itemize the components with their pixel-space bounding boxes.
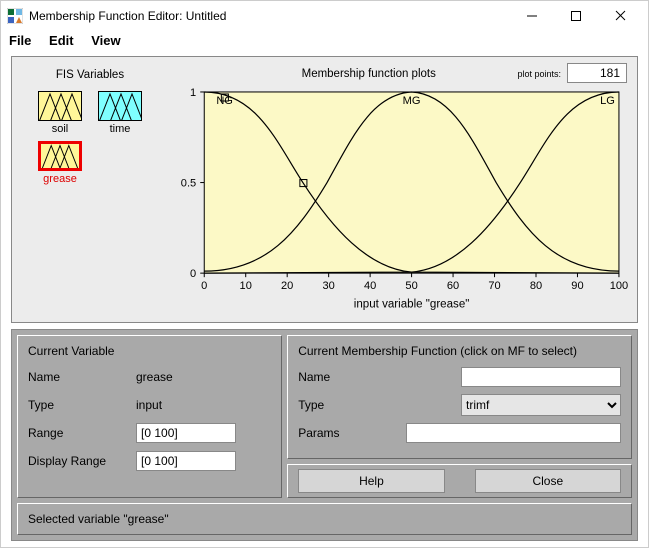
plot-xlabel: input variable "grease" xyxy=(354,298,470,310)
status-panel: Selected variable "grease" xyxy=(17,503,632,535)
cv-range-label: Range xyxy=(28,426,128,440)
cmf-name-label: Name xyxy=(298,370,398,384)
cv-disprange-label: Display Range xyxy=(28,454,128,468)
titlebar: Membership Function Editor: Untitled xyxy=(1,1,648,31)
svg-text:30: 30 xyxy=(322,280,334,292)
svg-text:1: 1 xyxy=(190,87,196,99)
svg-text:50: 50 xyxy=(405,280,417,292)
fis-var-time-label: time xyxy=(110,123,131,135)
mf-label-lg: LG xyxy=(600,95,615,107)
fis-var-soil[interactable]: soil xyxy=(35,91,85,135)
fis-var-soil-icon xyxy=(38,91,82,121)
menu-file[interactable]: File xyxy=(9,33,31,48)
current-variable-panel: Current Variable Name grease Type input … xyxy=(17,335,282,498)
cmf-params-input[interactable] xyxy=(406,423,621,443)
app-icon xyxy=(7,8,23,24)
cv-disprange-input[interactable] xyxy=(136,451,236,471)
current-mf-title: Current Membership Function (click on MF… xyxy=(298,344,621,358)
fis-var-grease-label: grease xyxy=(43,173,77,185)
fis-var-soil-label: soil xyxy=(52,123,69,135)
svg-text:80: 80 xyxy=(530,280,542,292)
fis-var-grease[interactable]: grease xyxy=(35,141,85,185)
help-button[interactable]: Help xyxy=(298,469,444,493)
cv-name-value: grease xyxy=(136,370,271,384)
svg-text:90: 90 xyxy=(571,280,583,292)
button-panel: Help Close xyxy=(287,464,632,498)
close-button-panel[interactable]: Close xyxy=(475,469,621,493)
plot-points-input[interactable] xyxy=(567,63,627,83)
svg-text:100: 100 xyxy=(610,280,628,292)
cv-type-label: Type xyxy=(28,398,128,412)
maximize-button[interactable] xyxy=(554,2,598,30)
svg-text:0: 0 xyxy=(190,268,196,280)
upper-panel: FIS Variables soil time grease xyxy=(11,56,638,323)
cv-name-label: Name xyxy=(28,370,128,384)
mf-label-mg: MG xyxy=(403,95,421,107)
lower-panel: Current Variable Name grease Type input … xyxy=(11,329,638,541)
svg-text:60: 60 xyxy=(447,280,459,292)
svg-text:0.5: 0.5 xyxy=(181,177,196,189)
svg-text:40: 40 xyxy=(364,280,376,292)
plot-points-label: plot points: xyxy=(517,69,561,79)
cmf-params-label: Params xyxy=(298,426,398,440)
close-button[interactable] xyxy=(598,2,642,30)
cmf-type-label: Type xyxy=(298,398,398,412)
current-variable-title: Current Variable xyxy=(28,344,271,358)
plot-title: Membership function plots xyxy=(166,68,511,80)
current-mf-panel: Current Membership Function (click on MF… xyxy=(287,335,632,459)
menubar: File Edit View xyxy=(1,31,648,54)
mf-plot[interactable]: 0 0.5 1 0 10 20 30 40 50 60 70 80 xyxy=(166,81,629,316)
status-text: Selected variable "grease" xyxy=(28,512,169,526)
svg-text:70: 70 xyxy=(488,280,500,292)
svg-text:20: 20 xyxy=(281,280,293,292)
cv-type-value: input xyxy=(136,398,271,412)
window-title: Membership Function Editor: Untitled xyxy=(29,9,510,23)
svg-text:10: 10 xyxy=(240,280,252,292)
menu-edit[interactable]: Edit xyxy=(49,33,74,48)
mf-label-ng: NG xyxy=(216,95,233,107)
fis-var-grease-icon xyxy=(38,141,82,171)
cmf-name-input[interactable] xyxy=(461,367,621,387)
menu-view[interactable]: View xyxy=(91,33,120,48)
cv-range-input[interactable] xyxy=(136,423,236,443)
svg-text:0: 0 xyxy=(201,280,207,292)
fis-variables-panel: FIS Variables soil time grease xyxy=(20,63,160,316)
plot-panel: Membership function plots plot points: 0… xyxy=(166,63,629,316)
fis-var-time-icon xyxy=(98,91,142,121)
cmf-type-select[interactable]: trimf xyxy=(461,394,621,416)
minimize-button[interactable] xyxy=(510,2,554,30)
fis-variables-title: FIS Variables xyxy=(56,69,124,81)
fis-var-time[interactable]: time xyxy=(95,91,145,135)
